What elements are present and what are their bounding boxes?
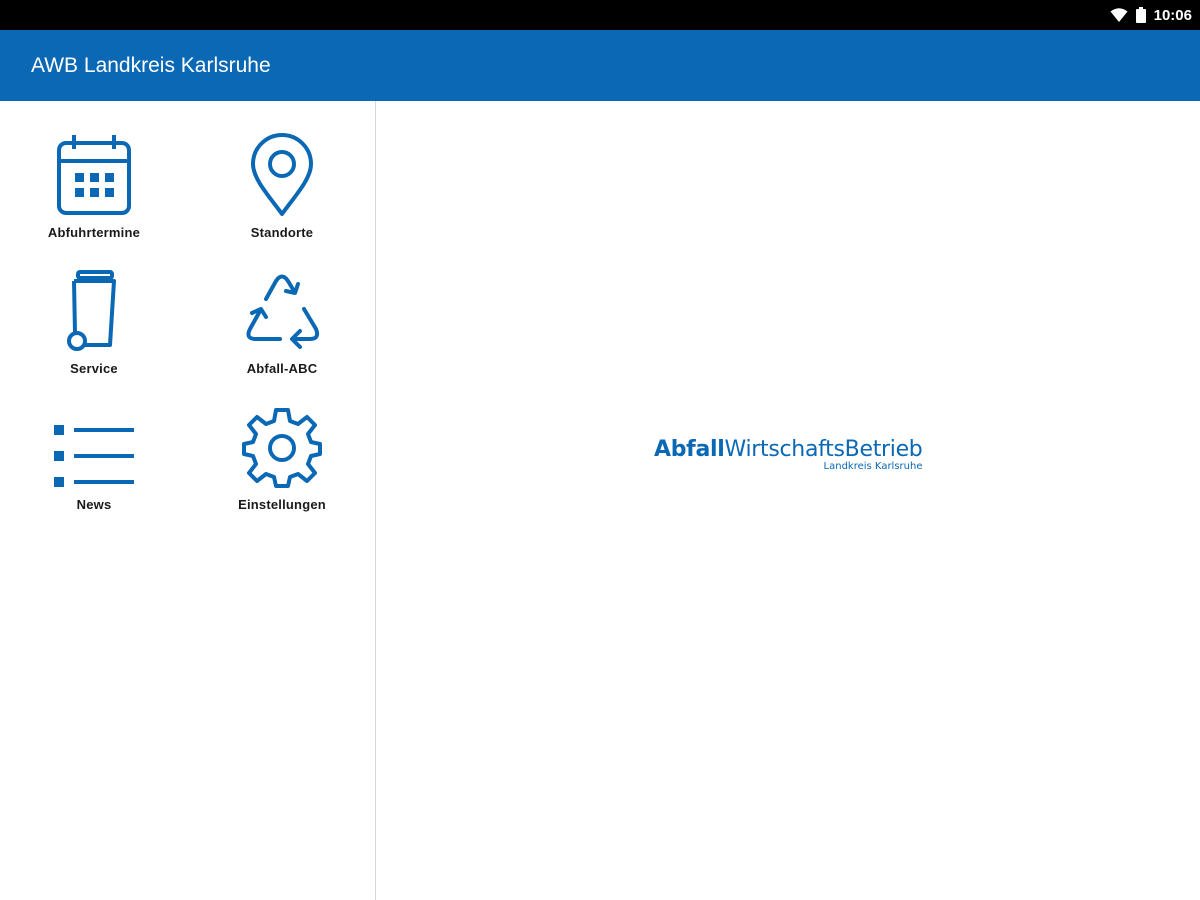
menu-item-standorte[interactable]: Standorte: [202, 127, 362, 257]
menu-item-label: Abfall-ABC: [246, 361, 318, 376]
menu-item-label: News: [76, 497, 112, 512]
calendar-icon: [57, 135, 131, 215]
app-title: AWB Landkreis Karlsruhe: [31, 53, 271, 77]
logo-regular-part: WirtschaftsBetrieb: [724, 437, 923, 462]
location-pin-icon: [251, 133, 313, 216]
menu-item-service[interactable]: Service: [14, 263, 174, 393]
status-bar: 10:06: [0, 0, 1200, 30]
main-content: AbfallWirtschaftsBetrieb Landkreis Karls…: [377, 101, 1200, 900]
menu-item-label: Standorte: [250, 225, 314, 240]
list-icon: [54, 425, 134, 487]
menu-item-label: Service: [70, 361, 118, 376]
wifi-icon: [1110, 8, 1128, 22]
logo-wordmark: AbfallWirtschaftsBetrieb: [654, 437, 923, 463]
waste-bin-icon: [67, 270, 116, 351]
logo-bold-part: Abfall: [654, 437, 725, 462]
menu-item-abfuhrtermine[interactable]: Abfuhrtermine: [14, 127, 174, 257]
gear-icon: [242, 408, 322, 488]
menu-item-label: Einstellungen: [238, 497, 326, 512]
menu-item-abfall-abc[interactable]: Abfall-ABC: [202, 263, 362, 393]
menu-item-einstellungen[interactable]: Einstellungen: [202, 399, 362, 529]
battery-icon: [1135, 7, 1146, 23]
sidebar-menu: Abfuhrtermine Standorte Service Abfall-A…: [0, 101, 376, 900]
recycle-icon: [246, 274, 320, 349]
menu-item-news[interactable]: News: [14, 399, 174, 529]
app-bar: AWB Landkreis Karlsruhe: [0, 30, 1200, 101]
menu-item-label: Abfuhrtermine: [47, 225, 141, 240]
status-clock: 10:06: [1153, 6, 1192, 24]
awb-logo: AbfallWirtschaftsBetrieb Landkreis Karls…: [654, 437, 923, 472]
